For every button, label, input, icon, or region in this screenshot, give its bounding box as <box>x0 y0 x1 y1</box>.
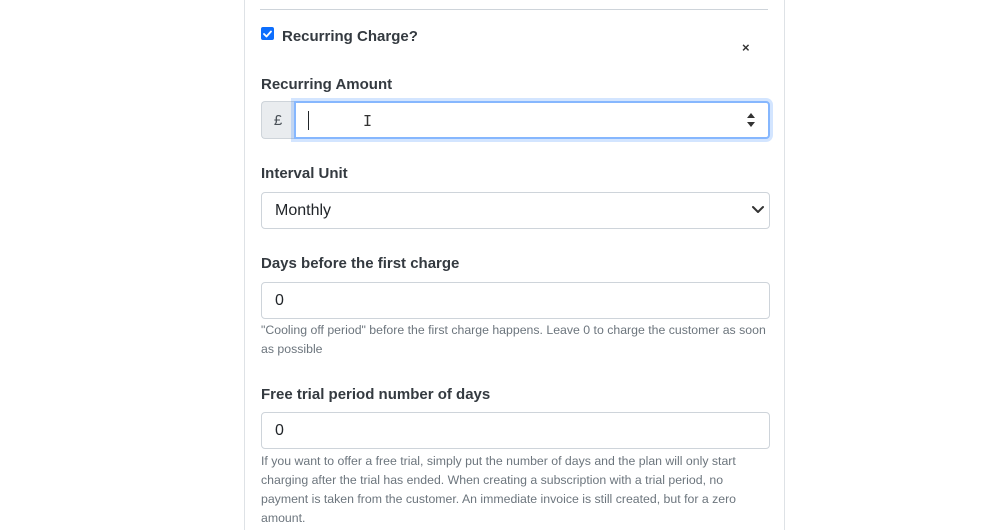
recurring-amount-input[interactable]: I <box>294 101 770 139</box>
free-trial-days-input[interactable]: 0 <box>261 412 770 449</box>
free-trial-days-label: Free trial period number of days <box>261 386 491 403</box>
interval-unit-label: Interval Unit <box>261 165 348 182</box>
section-divider <box>260 9 768 10</box>
interval-unit-select[interactable]: Monthly <box>261 192 770 229</box>
interval-unit-value: Monthly <box>275 201 332 219</box>
recurring-amount-label: Recurring Amount <box>261 76 393 93</box>
days-before-first-charge-value: 0 <box>275 291 284 309</box>
close-icon[interactable]: × <box>742 41 750 54</box>
checkmark-icon <box>263 30 272 37</box>
recurring-amount-group: £ I <box>261 101 770 139</box>
currency-prefix: £ <box>261 101 294 139</box>
free-trial-days-value: 0 <box>275 421 284 439</box>
recurring-charge-checkbox[interactable] <box>261 27 274 40</box>
days-before-first-charge-input[interactable]: 0 <box>261 282 770 319</box>
form-panel: Recurring Charge? × Recurring Amount £ I… <box>244 0 785 530</box>
recurring-charge-label[interactable]: Recurring Charge? <box>282 28 418 45</box>
days-before-first-charge-label: Days before the first charge <box>261 255 460 272</box>
ibeam-cursor-icon: I <box>363 112 373 130</box>
recurring-charge-row[interactable]: Recurring Charge? <box>261 27 418 45</box>
number-spinner-icon[interactable] <box>746 112 756 128</box>
days-before-first-charge-help: "Cooling off period" before the first ch… <box>261 323 766 356</box>
chevron-down-icon <box>752 206 764 213</box>
text-caret <box>308 111 309 130</box>
